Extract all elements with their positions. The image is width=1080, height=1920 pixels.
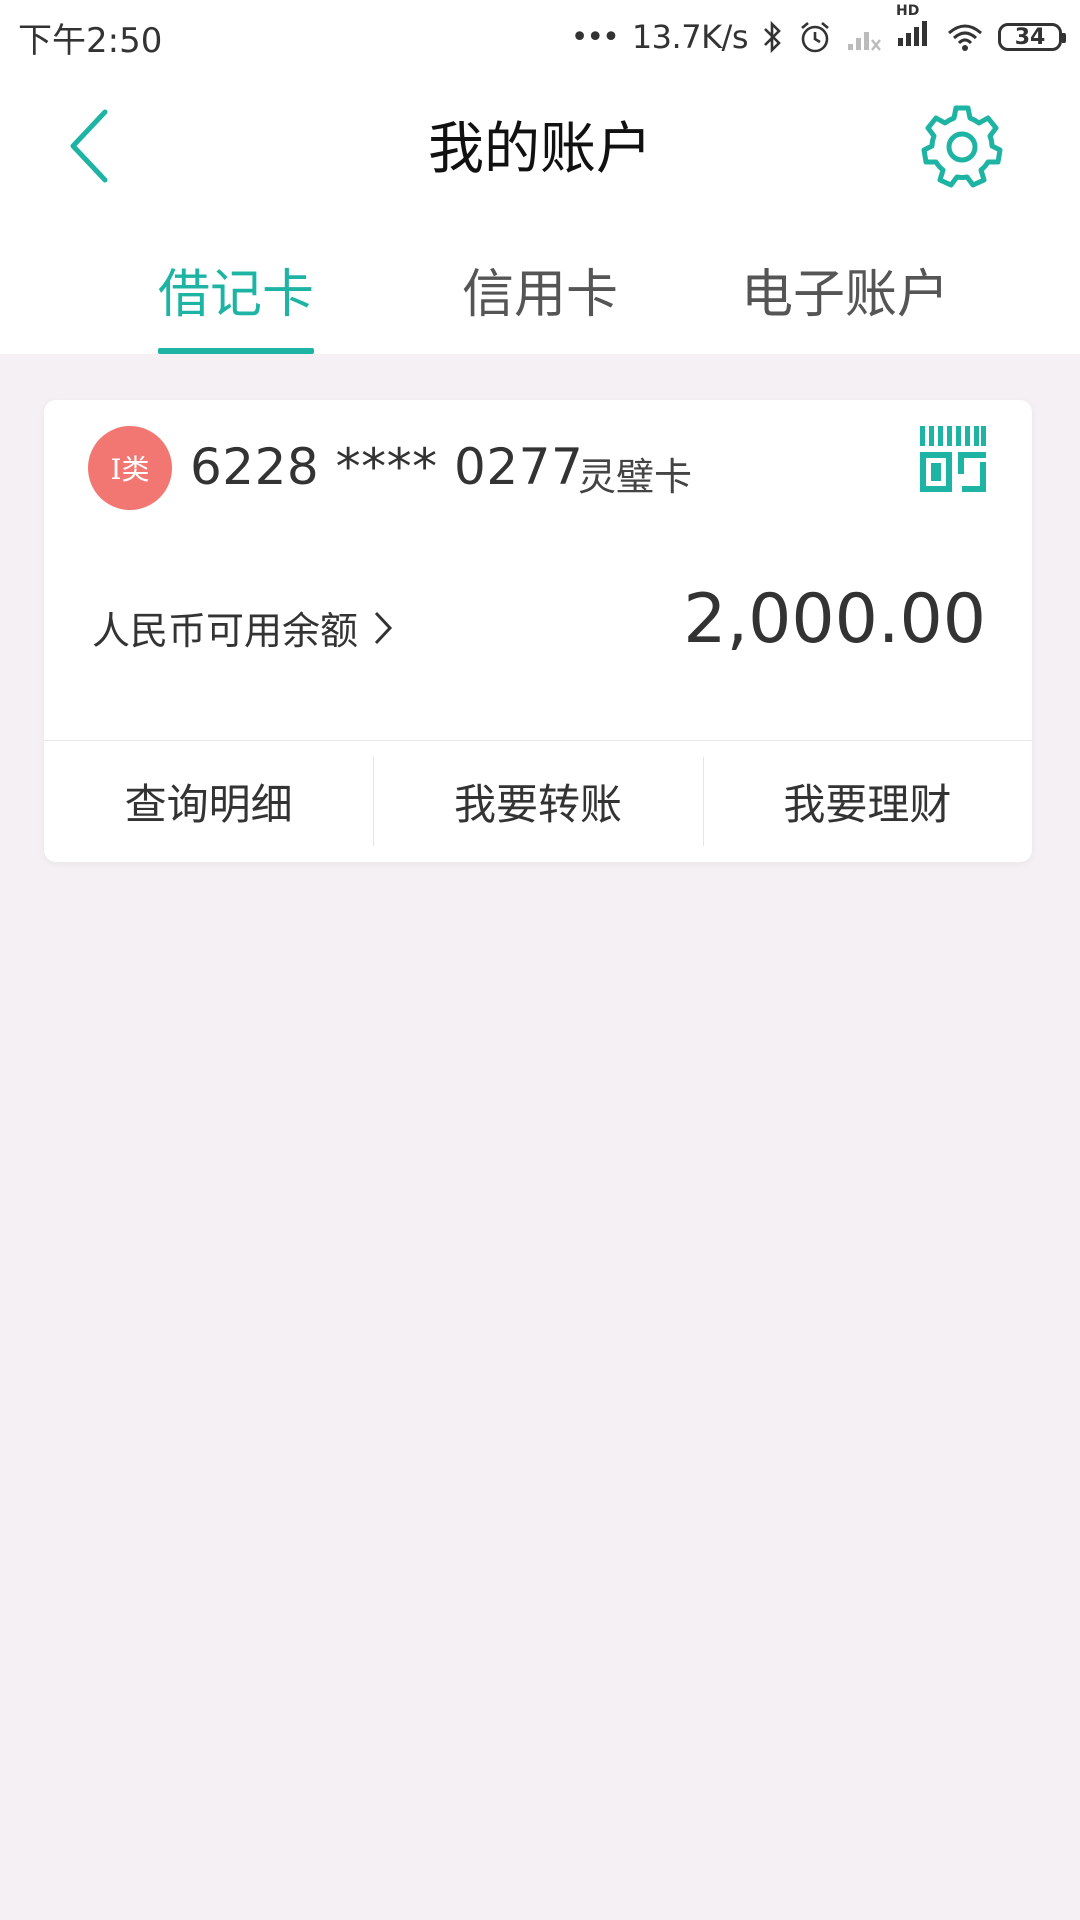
balance-label-link[interactable]: 人民币可用余额 bbox=[92, 600, 394, 655]
signal-hd: HD bbox=[896, 3, 932, 57]
account-card[interactable]: I类 6228 **** 0277 灵璧卡 人民币可用余额 2,000.00 查… bbox=[44, 400, 1032, 862]
battery-icon: 34 bbox=[998, 23, 1066, 51]
balance-label: 人民币可用余额 bbox=[92, 609, 359, 653]
wifi-icon bbox=[948, 24, 982, 51]
more-dots-icon: ••• bbox=[570, 19, 620, 55]
signal-full-icon bbox=[898, 21, 927, 46]
card-actions: 查询明细 我要转账 我要理财 bbox=[44, 741, 1032, 862]
account-class-badge: I类 bbox=[88, 426, 172, 510]
navigation-bar: 我的账户 bbox=[0, 74, 1080, 216]
card-type: 灵璧卡 bbox=[578, 455, 693, 499]
active-tab-indicator bbox=[158, 348, 314, 354]
gear-icon bbox=[921, 105, 1003, 188]
net-speed: 13.7K/s bbox=[631, 18, 749, 56]
status-time: 下午2:50 bbox=[18, 20, 163, 61]
chevron-right-icon bbox=[374, 611, 393, 644]
tab-electronic-account[interactable]: 电子账户 bbox=[740, 252, 950, 327]
settings-button[interactable] bbox=[916, 100, 1008, 192]
battery-level: 34 bbox=[1014, 24, 1046, 50]
signal-empty-icon bbox=[848, 32, 881, 51]
wealth-management-button[interactable]: 我要理财 bbox=[702, 741, 1032, 862]
hd-label: HD bbox=[896, 3, 920, 19]
bluetooth-icon bbox=[764, 20, 781, 54]
tab-debit-card[interactable]: 借记卡 bbox=[158, 252, 314, 327]
tab-credit-card[interactable]: 信用卡 bbox=[460, 252, 620, 327]
query-details-button[interactable]: 查询明细 bbox=[44, 741, 373, 862]
status-bar: 下午2:50 ••• 13.7K/s HD 34 bbox=[0, 0, 1080, 74]
alarm-icon bbox=[801, 22, 829, 53]
transfer-button[interactable]: 我要转账 bbox=[373, 741, 702, 862]
card-number: 6228 **** 0277 bbox=[190, 438, 584, 496]
balance-amount: 2,000.00 bbox=[683, 580, 986, 659]
barcode-qr-icon[interactable] bbox=[920, 426, 986, 492]
account-tabs: 借记卡 信用卡 电子账户 bbox=[0, 216, 1080, 354]
status-icons: ••• 13.7K/s HD 34 bbox=[570, 3, 1066, 57]
